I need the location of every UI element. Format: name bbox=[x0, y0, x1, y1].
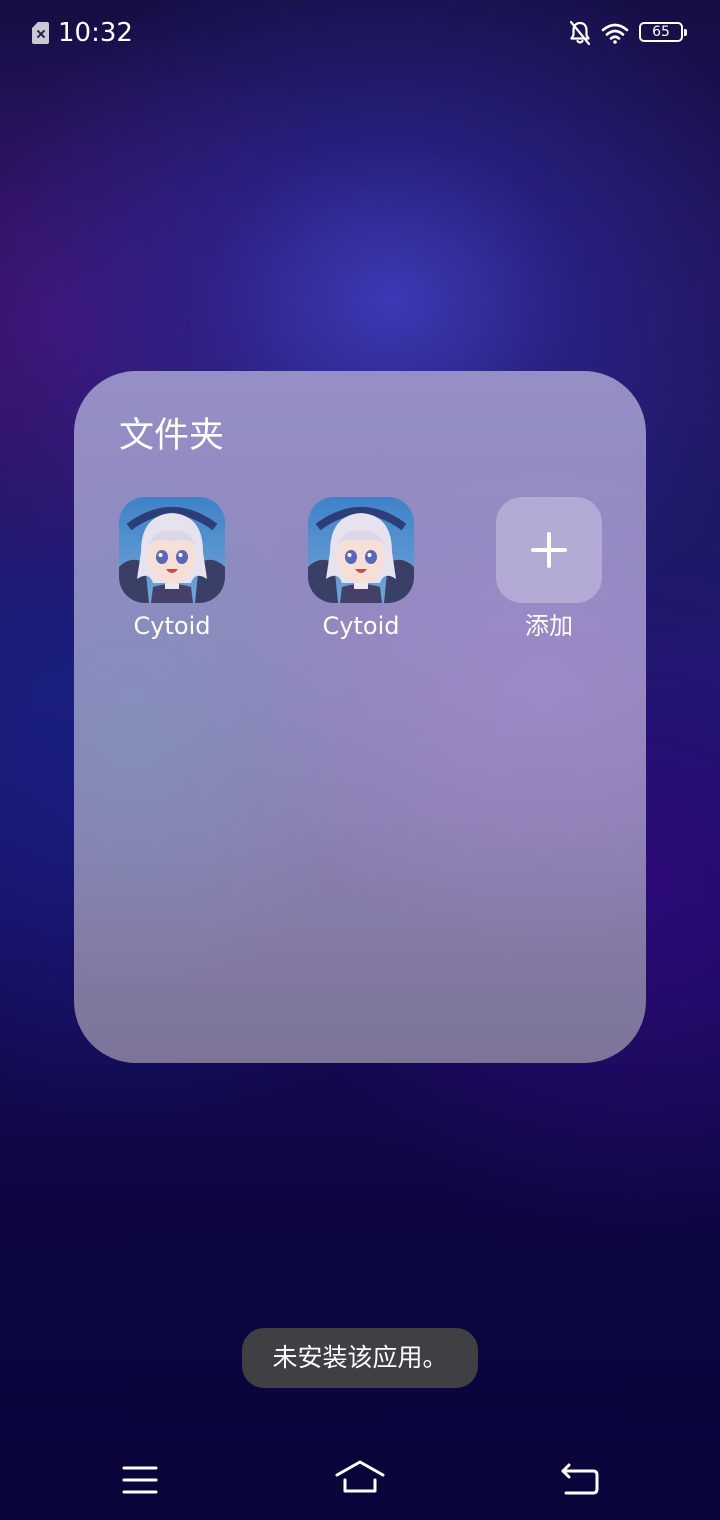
app-label: Cytoid bbox=[322, 612, 400, 640]
status-time: 10:32 bbox=[58, 18, 133, 48]
app-cytoid-2[interactable]: Cytoid bbox=[273, 497, 414, 647]
battery-icon: 65 bbox=[639, 22, 687, 42]
folder-panel: 文件夹 Cytoid Cytoid 添加 bbox=[74, 371, 646, 1063]
add-app-button[interactable]: 添加 bbox=[461, 497, 602, 647]
add-label: 添加 bbox=[525, 612, 573, 640]
sim-absent-icon bbox=[32, 22, 49, 44]
app-label: Cytoid bbox=[133, 612, 211, 640]
cytoid-app-icon[interactable] bbox=[119, 497, 225, 603]
back-icon[interactable] bbox=[560, 1462, 600, 1496]
toast-message: 未安装该应用。 bbox=[242, 1328, 478, 1388]
folder-title[interactable]: 文件夹 bbox=[119, 415, 224, 457]
status-bar: 10:32 65 bbox=[0, 0, 720, 66]
battery-level: 65 bbox=[652, 24, 670, 40]
home-icon[interactable] bbox=[334, 1458, 386, 1496]
app-cytoid-1[interactable]: Cytoid bbox=[84, 497, 225, 647]
plus-icon[interactable] bbox=[496, 497, 602, 603]
navigation-bar bbox=[0, 1440, 720, 1520]
bell-off-icon bbox=[569, 20, 591, 46]
cytoid-app-icon[interactable] bbox=[308, 497, 414, 603]
menu-icon[interactable] bbox=[121, 1464, 159, 1496]
wifi-icon bbox=[601, 23, 629, 44]
